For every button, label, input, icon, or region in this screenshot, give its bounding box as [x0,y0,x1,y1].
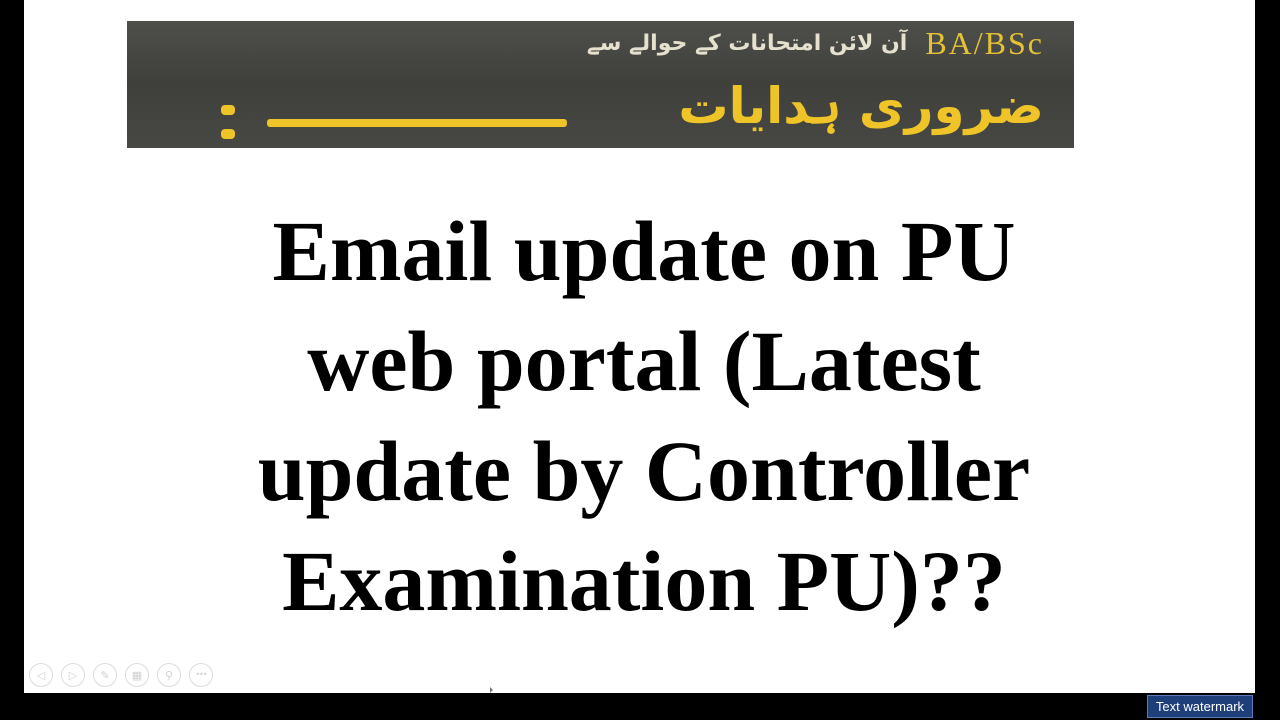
banner-colon-decoration [217,103,241,143]
next-slide-button[interactable]: ▷ [61,663,85,687]
colon-dot [221,105,235,115]
more-options-button[interactable]: ••• [189,663,213,687]
headline-line-3: update by Controller [257,423,1031,519]
banner-underline-decoration [267,119,567,127]
screen-frame: آن لائن امتحانات کے حوالے سے BA/BSc ضرور… [0,0,1280,720]
banner-bottom-row: ضروری ہدایات [197,67,1044,145]
headline-line-2: web portal (Latest [307,313,981,409]
banner-urdu-subtitle: آن لائن امتحانات کے حوالے سے [586,30,908,56]
mouse-cursor-icon [490,687,493,693]
chevron-right-icon: ▷ [68,668,78,682]
previous-slide-button[interactable]: ◁ [29,663,53,687]
pen-button[interactable]: ✎ [93,663,117,687]
zoom-button[interactable]: ⚲ [157,663,181,687]
headline-line-1: Email update on PU [272,203,1016,299]
presentation-slide: آن لائن امتحانات کے حوالے سے BA/BSc ضرور… [24,0,1255,693]
banner-urdu-title: ضروری ہدایات [678,77,1044,135]
slides-view-button[interactable]: ▦ [125,663,149,687]
headline-line-4: Examination PU)?? [282,533,1006,629]
magnifier-icon: ⚲ [164,668,174,682]
banner-ba-bsc-label: BA/BSc [925,25,1044,61]
ellipsis-icon: ••• [195,670,207,679]
urdu-banner-image: آن لائن امتحانات کے حوالے سے BA/BSc ضرور… [127,21,1074,148]
grid-icon: ▦ [131,668,143,682]
slideshow-controls: ◁ ▷ ✎ ▦ ⚲ ••• [29,663,213,689]
banner-top-row: آن لائن امتحانات کے حوالے سے BA/BSc [197,25,1044,61]
slide-headline: Email update on PU web portal (Latest up… [94,196,1194,636]
colon-dot [221,129,235,139]
text-watermark-button[interactable]: Text watermark [1147,695,1253,718]
pen-icon: ✎ [100,668,110,682]
chevron-left-icon: ◁ [36,668,46,682]
